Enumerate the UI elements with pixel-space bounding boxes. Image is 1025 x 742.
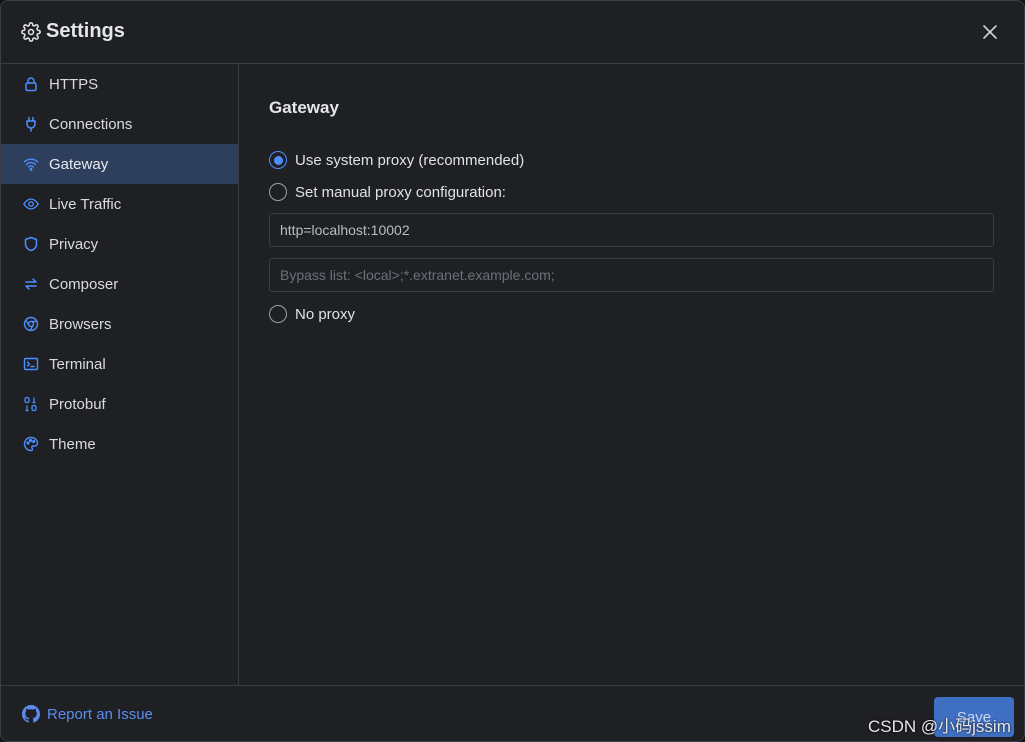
report-issue-label: Report an Issue <box>47 705 153 723</box>
sidebar-item-protobuf[interactable]: Protobuf <box>1 384 238 424</box>
settings-dialog: Settings HTTPS Connections Gateway Live … <box>0 0 1025 742</box>
proxy-address-input[interactable] <box>269 213 994 247</box>
gear-icon <box>21 22 41 42</box>
dialog-title: Settings <box>46 20 125 42</box>
radio-label: Use system proxy (recommended) <box>295 151 525 169</box>
terminal-icon <box>23 356 39 372</box>
title-bar: Settings <box>1 1 1024 64</box>
radio-system-proxy[interactable] <box>269 151 287 169</box>
sidebar-item-connections[interactable]: Connections <box>1 104 238 144</box>
close-button[interactable] <box>978 20 1002 44</box>
lock-icon <box>23 76 39 92</box>
sidebar-item-label: Browsers <box>49 315 112 333</box>
dialog-footer: Report an Issue Save <box>1 685 1024 741</box>
binary-icon <box>23 396 39 412</box>
shield-icon <box>23 236 39 252</box>
report-issue-link[interactable]: Report an Issue <box>22 705 153 723</box>
sidebar-item-theme[interactable]: Theme <box>1 424 238 464</box>
option-manual-proxy[interactable]: Set manual proxy configuration: <box>269 183 506 201</box>
sidebar-item-terminal[interactable]: Terminal <box>1 344 238 384</box>
wifi-icon <box>23 156 39 172</box>
palette-icon <box>23 436 39 452</box>
radio-manual-proxy[interactable] <box>269 183 287 201</box>
sidebar-item-privacy[interactable]: Privacy <box>1 224 238 264</box>
close-icon <box>983 25 997 39</box>
gateway-panel: Gateway Use system proxy (recommended) S… <box>239 64 1024 685</box>
radio-label: Set manual proxy configuration: <box>295 183 506 201</box>
sidebar-item-live-traffic[interactable]: Live Traffic <box>1 184 238 224</box>
sidebar-item-label: Privacy <box>49 235 99 253</box>
radio-label: No proxy <box>295 305 356 323</box>
sidebar-item-label: Theme <box>49 435 96 453</box>
plug-icon <box>23 116 39 132</box>
sidebar-item-label: Connections <box>49 115 133 133</box>
sidebar-item-label: Composer <box>49 275 119 293</box>
sidebar-item-gateway[interactable]: Gateway <box>1 144 238 184</box>
option-no-proxy[interactable]: No proxy <box>269 305 355 323</box>
sidebar-item-browsers[interactable]: Browsers <box>1 304 238 344</box>
option-system-proxy[interactable]: Use system proxy (recommended) <box>269 151 524 169</box>
sidebar-item-label: Gateway <box>49 155 109 173</box>
sidebar-item-label: Protobuf <box>49 395 106 413</box>
sidebar-item-label: HTTPS <box>49 75 99 93</box>
sidebar-item-composer[interactable]: Composer <box>1 264 238 304</box>
eye-icon <box>23 196 39 212</box>
sidebar-item-label: Terminal <box>49 355 106 373</box>
section-title: Gateway <box>269 98 339 117</box>
github-icon <box>22 705 40 723</box>
bypass-list-input[interactable] <box>269 258 994 292</box>
chrome-icon <box>23 316 39 332</box>
sidebar-item-https[interactable]: HTTPS <box>1 64 238 104</box>
arrows-exchange-icon <box>23 276 39 292</box>
radio-no-proxy[interactable] <box>269 305 287 323</box>
settings-sidebar: HTTPS Connections Gateway Live Traffic P… <box>1 64 239 685</box>
save-button[interactable]: Save <box>934 697 1014 737</box>
sidebar-item-label: Live Traffic <box>49 195 122 213</box>
